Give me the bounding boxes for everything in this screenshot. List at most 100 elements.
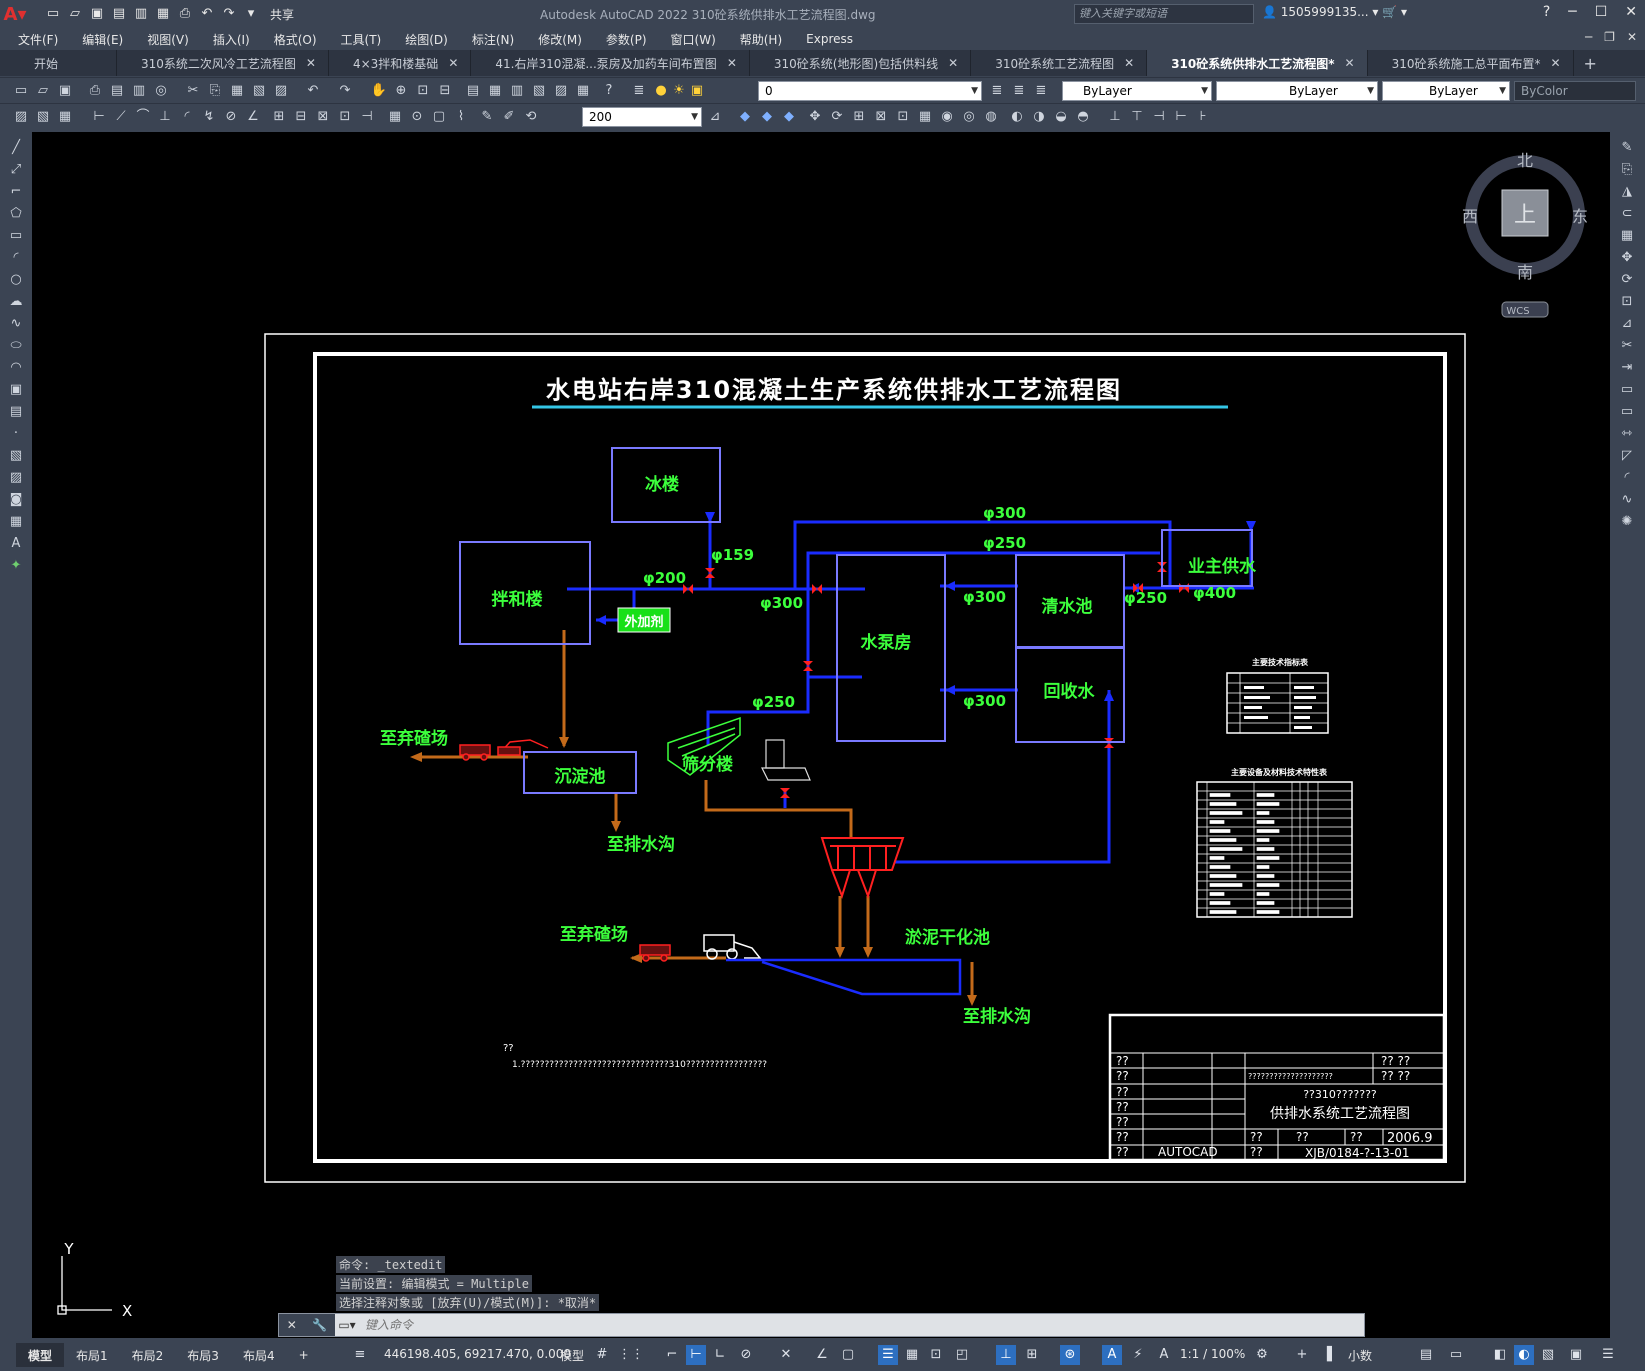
grid-icon[interactable]: # — [592, 1345, 612, 1365]
qa-dropdown-icon[interactable]: ▾ — [242, 6, 260, 22]
circle-icon[interactable]: ○ — [7, 271, 25, 289]
fillet-icon[interactable]: ◜ — [1618, 469, 1636, 487]
autocad-logo-icon[interactable]: A▾ — [0, 0, 30, 28]
layout-tab-2[interactable]: 布局2 — [120, 1343, 176, 1367]
tab-start[interactable]: 开始 — [0, 50, 118, 76]
layer-states-icon[interactable]: ≣ — [1032, 82, 1050, 100]
polar-icon[interactable]: ⊘ — [736, 1345, 756, 1365]
color-dropdown[interactable]: ByLayer ▼ — [1062, 81, 1212, 101]
gradient-icon[interactable]: ▨ — [7, 469, 25, 487]
lineweight-dropdown[interactable]: ByLayer ▼ — [1382, 81, 1510, 101]
annotation-visibility-icon[interactable]: A — [1102, 1345, 1122, 1365]
annotation-scale-value[interactable]: 1:1 / 100% — [1180, 1347, 1245, 1361]
menu-format[interactable]: 格式(O) — [274, 31, 317, 48]
dim-scale-dropdown[interactable]: 200 ▼ — [582, 107, 702, 127]
view-cube[interactable]: 上 北 南 东 西 WCS — [1462, 151, 1588, 318]
move-icon[interactable]: ✥ — [1618, 249, 1636, 267]
close-icon[interactable]: ✕ — [287, 1318, 297, 1332]
menu-draw[interactable]: 绘图(D) — [405, 31, 448, 48]
doc-close-button[interactable]: ✕ — [1627, 30, 1637, 44]
stretch-icon[interactable]: ⊿ — [1618, 315, 1636, 333]
ucs-world-icon[interactable]: ⊤ — [1128, 108, 1146, 126]
ucs-face-icon[interactable]: ⊣ — [1150, 108, 1168, 126]
linear-dim-icon[interactable]: ⊢ — [90, 108, 108, 126]
3d-cylinder-icon[interactable]: ◆ — [758, 108, 776, 126]
mtext-icon[interactable]: A — [7, 535, 25, 553]
layer-manager-icon[interactable]: ≣ — [630, 82, 648, 100]
revcloud-icon[interactable]: ☁ — [7, 293, 25, 311]
new-icon[interactable]: ▭ — [12, 82, 30, 100]
close-icon[interactable]: ✕ — [727, 56, 737, 70]
menu-help[interactable]: 帮助(H) — [740, 31, 782, 48]
osnap-tracking-icon[interactable]: ∠ — [812, 1345, 832, 1365]
help-icon[interactable]: ? — [600, 82, 618, 100]
arc-length-icon[interactable]: ⌒ — [134, 108, 152, 126]
publish-icon[interactable]: ▥ — [130, 82, 148, 100]
units-value[interactable]: 小数 — [1348, 1347, 1372, 1364]
menu-view[interactable]: 视图(V) — [147, 31, 189, 48]
baseline-dim-icon[interactable]: ⊟ — [292, 108, 310, 126]
match-prop-icon[interactable]: ▧ — [250, 82, 268, 100]
menu-modify[interactable]: 修改(M) — [538, 31, 582, 48]
table-icon[interactable]: ▦ — [7, 513, 25, 531]
layer-on-icon[interactable]: ● — [652, 82, 670, 100]
mirror-icon[interactable]: ◮ — [1618, 183, 1636, 201]
3d-scale-icon[interactable]: ⊠ — [872, 108, 890, 126]
tab-file-2[interactable]: 4×3拌和楼基础 ✕ — [329, 50, 472, 76]
selection-filter-icon[interactable]: ⊞ — [1022, 1345, 1042, 1365]
lock-ui-icon[interactable]: ▭ — [1446, 1345, 1466, 1365]
sheet-set-icon[interactable]: ▧ — [530, 82, 548, 100]
menu-dimension[interactable]: 标注(N) — [472, 31, 514, 48]
3d-cone-icon[interactable]: ◆ — [780, 108, 798, 126]
scale-icon[interactable]: ⊡ — [1618, 293, 1636, 311]
tab-file-3[interactable]: 41.右岸310混凝...泵房及加药车间布置图 ✕ — [471, 50, 750, 76]
layout-tab-model[interactable]: 模型 — [16, 1343, 65, 1367]
menu-tools[interactable]: 工具(T) — [341, 31, 382, 48]
share-button[interactable]: 共享 — [270, 6, 294, 23]
3d-align-icon[interactable]: ⊞ — [850, 108, 868, 126]
print-icon[interactable]: ⎙ — [86, 82, 104, 100]
region-icon[interactable]: ◙ — [7, 491, 25, 509]
construction-line-icon[interactable]: ⤢ — [7, 161, 25, 179]
quick-properties-icon[interactable]: ▤ — [1416, 1345, 1436, 1365]
close-icon[interactable]: ✕ — [448, 56, 458, 70]
inspection-icon[interactable]: ▢ — [430, 108, 448, 126]
visual-style-icon[interactable]: ◐ — [1008, 108, 1026, 126]
open-icon[interactable]: ▱ — [66, 6, 84, 22]
3d-osnap-icon[interactable]: ◰ — [952, 1345, 972, 1365]
osnap-icon[interactable]: ▢ — [838, 1345, 858, 1365]
dim-break-icon[interactable]: ⊣ — [358, 108, 376, 126]
plotstyle-dropdown[interactable]: ByColor — [1514, 81, 1636, 101]
snap-icon[interactable]: ⋮⋮ — [618, 1345, 644, 1365]
break-point-icon[interactable]: ▭ — [1618, 403, 1636, 421]
menu-edit[interactable]: 编辑(E) — [82, 31, 123, 48]
dynamic-ucs-icon[interactable]: ⊥ — [996, 1345, 1016, 1365]
layer-match-icon[interactable]: ≣ — [988, 82, 1006, 100]
spline-icon[interactable]: ∿ — [7, 315, 25, 333]
user-account[interactable]: 👤 1505999135... ▾ 🛒 ▾ — [1262, 5, 1407, 19]
pan-icon[interactable]: ✋ — [370, 82, 388, 100]
make-block-icon[interactable]: ▤ — [7, 403, 25, 421]
print-icon[interactable]: ⎙ — [176, 6, 194, 22]
command-menu-icon[interactable]: ▭▾ — [335, 1318, 359, 1332]
lights-icon[interactable]: ◓ — [1074, 108, 1092, 126]
customize-icon[interactable]: ☰ — [1598, 1345, 1618, 1365]
close-button[interactable]: ✕ — [1625, 4, 1637, 20]
copy-icon[interactable]: ⎘ — [1618, 161, 1636, 179]
add-layout-button[interactable]: + — [287, 1343, 321, 1367]
gizmo-icon[interactable]: ⊛ — [1060, 1345, 1080, 1365]
undo-icon[interactable]: ↶ — [198, 6, 216, 22]
3d-mirror-icon[interactable]: ⊡ — [894, 108, 912, 126]
blend-icon[interactable]: ∿ — [1618, 491, 1636, 509]
design-center-icon[interactable]: ▦ — [486, 82, 504, 100]
command-input[interactable] — [359, 1315, 1364, 1335]
menu-window[interactable]: 窗口(W) — [671, 31, 716, 48]
copy-icon[interactable]: ⎘ — [206, 82, 224, 100]
offset-icon[interactable]: ⊂ — [1618, 205, 1636, 223]
status-menu-icon[interactable]: ≡ — [350, 1345, 370, 1365]
layer-dropdown[interactable]: 0 ▼ — [758, 81, 982, 101]
tab-file-6[interactable]: 310砼系统供排水工艺流程图* ✕ — [1147, 50, 1368, 76]
tool-icon[interactable]: ▨ — [12, 108, 30, 126]
add-selected-icon[interactable]: ✦ — [7, 557, 25, 575]
dim-update-icon[interactable]: ⟲ — [522, 108, 540, 126]
